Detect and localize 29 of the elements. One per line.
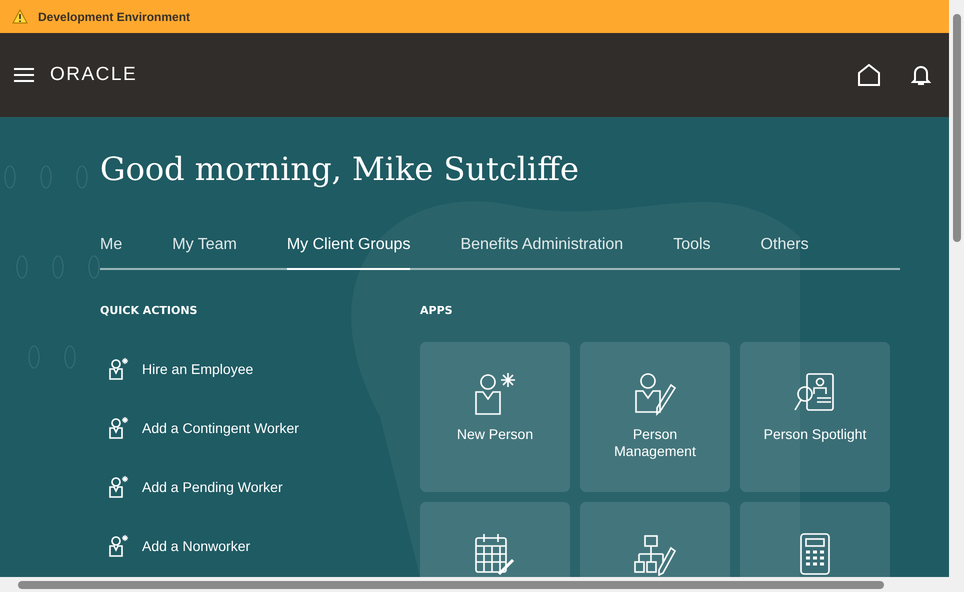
- menu-icon[interactable]: [14, 67, 34, 83]
- person-add-icon: [473, 372, 517, 416]
- section-title: QUICK ACTIONS: [100, 304, 198, 318]
- nav-tab[interactable]: My Team: [172, 236, 237, 270]
- person-add-icon: [108, 416, 130, 440]
- environment-banner-text: Development Environment: [38, 10, 190, 24]
- nav-tab[interactable]: Benefits Administration: [460, 236, 624, 270]
- quick-action-link[interactable]: Add a Nonworker: [108, 533, 420, 559]
- person-add-icon: [108, 475, 130, 499]
- quick-action-link[interactable]: Hire an Employee: [108, 356, 420, 382]
- nav-tab[interactable]: My Client Groups: [286, 236, 410, 270]
- logo: ORACLE: [50, 64, 138, 86]
- quick-action-link[interactable]: Add a Pending Worker: [108, 474, 420, 500]
- app-tile[interactable]: Person Management: [580, 342, 730, 492]
- home-icon[interactable]: [857, 63, 881, 87]
- nav-tab[interactable]: Tools: [673, 236, 711, 270]
- app-tile[interactable]: New Person: [420, 342, 570, 492]
- person-pencil-icon: [633, 372, 677, 416]
- org-chart-pencil-icon: [633, 532, 677, 576]
- greeting-heading: Good morning, Mike Sutcliffe: [100, 149, 580, 190]
- nav-tab[interactable]: Me: [100, 236, 122, 270]
- warning-icon: [12, 9, 28, 24]
- notifications-icon[interactable]: [911, 64, 931, 86]
- app-tile[interactable]: Person Spotlight: [740, 342, 890, 492]
- person-add-icon: [108, 357, 130, 381]
- section-title: APPS: [420, 304, 454, 318]
- nav-tab[interactable]: Others: [760, 236, 809, 270]
- quick-action-link[interactable]: Add a Contingent Worker: [108, 415, 420, 441]
- person-add-icon: [108, 534, 130, 558]
